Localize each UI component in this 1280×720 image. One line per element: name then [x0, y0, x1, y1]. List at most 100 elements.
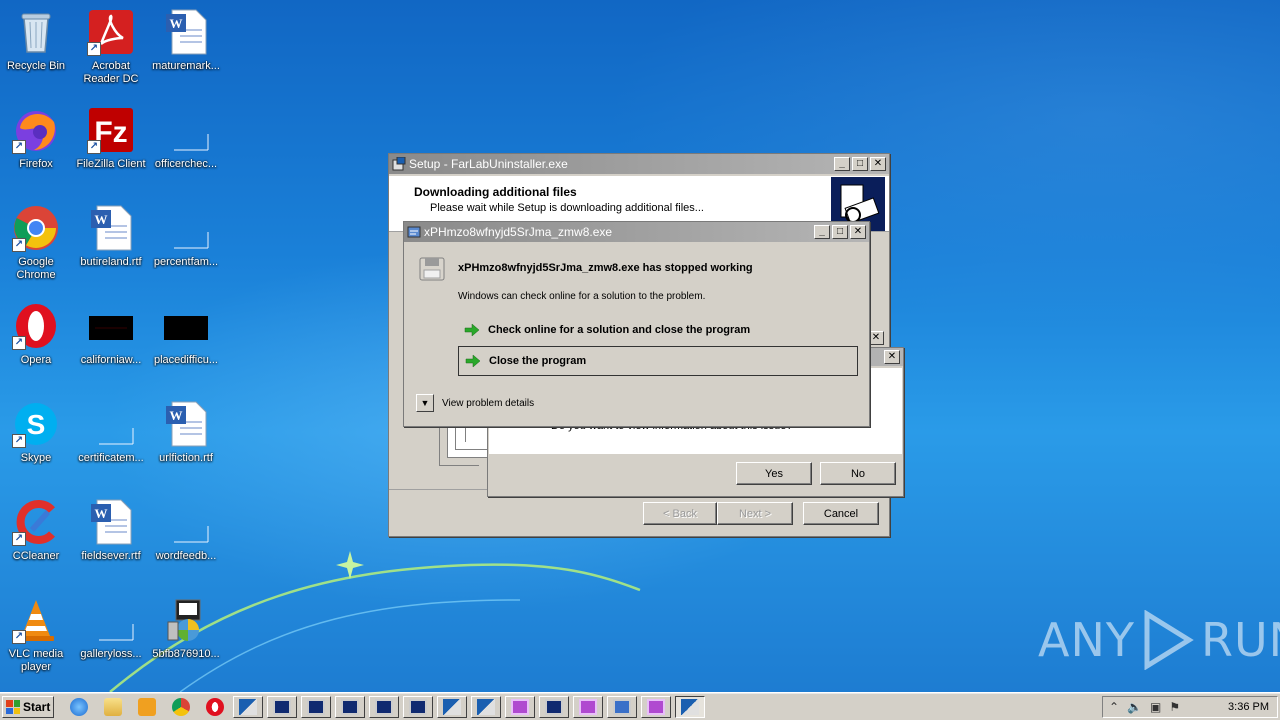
desktop-icon-5bfb876910[interactable]: 5bfb876910...: [150, 592, 222, 682]
yes-button[interactable]: Yes: [736, 462, 812, 485]
cancel-button[interactable]: Cancel: [803, 502, 879, 525]
taskbar-item-app[interactable]: [573, 696, 603, 718]
close-program-option[interactable]: Close the program: [458, 346, 858, 376]
purple-app-icon: [511, 699, 529, 715]
black-thumbnail-icon: [164, 316, 208, 340]
setup-app-icon: [392, 157, 406, 171]
watermark-left-text: ANY: [1038, 613, 1135, 667]
desktop-icon-officerchec[interactable]: officerchec...: [150, 102, 222, 192]
close-button[interactable]: ✕: [850, 225, 866, 239]
setup-app-icon: [443, 699, 461, 715]
taskbar-item-setup[interactable]: [675, 696, 705, 718]
close-button[interactable]: ✕: [884, 350, 900, 364]
error-message: xPHmzo8wfnyjd5SrJma_zmw8.exe has stopped…: [458, 262, 753, 274]
taskbar-item-installer[interactable]: [403, 696, 433, 718]
desktop-icon-google-chrome[interactable]: ↗ Google Chrome: [0, 200, 72, 290]
desktop-icon-californiaw[interactable]: californiaw...: [75, 298, 147, 388]
green-arrow-icon: [465, 354, 481, 368]
error-dialog-title: xPHmzo8wfnyjd5SrJma_zmw8.exe: [424, 225, 613, 239]
desktop-icon-percentfam[interactable]: percentfam...: [150, 200, 222, 290]
monitor-icon: [613, 699, 631, 715]
monitor-icon: [341, 699, 359, 715]
clock[interactable]: 3:36 PM: [1228, 701, 1269, 713]
desktop-icon-label: Firefox: [19, 158, 53, 170]
desktop-icon-firefox[interactable]: ↗ Firefox: [0, 102, 72, 192]
desktop-icon-label: officerchec...: [154, 158, 218, 170]
watermark-right-text: RUN: [1200, 613, 1280, 667]
monitor-icon: [545, 699, 563, 715]
chrome-icon[interactable]: [172, 698, 190, 716]
desktop-icon-galleryloss[interactable]: galleryloss...: [75, 592, 147, 682]
maximize-button[interactable]: □: [832, 225, 848, 239]
desktop-icon-maturemark[interactable]: W maturemark...: [150, 4, 222, 94]
play-logo-icon: [1144, 610, 1194, 670]
desktop-icon-wordfeedb[interactable]: wordfeedb...: [150, 494, 222, 584]
taskbar-item-setup[interactable]: [437, 696, 467, 718]
desktop-icon-label: wordfeedb...: [155, 550, 217, 562]
desktop-icon-vlc[interactable]: ↗ VLC media player: [0, 592, 72, 682]
blank-file-icon: [174, 134, 209, 151]
error-titlebar[interactable]: xPHmzo8wfnyjd5SrJma_zmw8.exe _ □ ✕: [404, 222, 869, 242]
taskbar-item-installer[interactable]: [369, 696, 399, 718]
desktop-icon-acrobat-reader[interactable]: ↗ Acrobat Reader DC: [75, 4, 147, 94]
no-button[interactable]: No: [820, 462, 896, 485]
maximize-button[interactable]: □: [852, 157, 868, 171]
taskbar-item-setup[interactable]: [233, 696, 263, 718]
taskbar-item-installer[interactable]: [539, 696, 569, 718]
setup-heading: Downloading additional files: [414, 185, 577, 199]
folder-icon[interactable]: [104, 698, 122, 716]
desktop-icon-fieldsever[interactable]: W fieldsever.rtf: [75, 494, 147, 584]
close-button[interactable]: ✕: [870, 157, 886, 171]
taskbar-item-installer[interactable]: [335, 696, 365, 718]
volume-icon[interactable]: 🔈: [1127, 700, 1142, 714]
minimize-button[interactable]: _: [834, 157, 850, 171]
desktop-icon-recycle-bin[interactable]: Recycle Bin: [0, 4, 72, 94]
desktop-icon-filezilla[interactable]: Fz ↗ FileZilla Client: [75, 102, 147, 192]
monitor-icon: [273, 699, 291, 715]
next-button[interactable]: Next >: [717, 502, 793, 525]
action-center-flag-icon[interactable]: ⚑: [1169, 700, 1180, 714]
hidden-dialog-close-button[interactable]: ✕: [868, 331, 884, 345]
setup-app-icon: [477, 699, 495, 715]
setup-subheading: Please wait while Setup is downloading a…: [430, 202, 704, 214]
shortcut-arrow-icon: ↗: [12, 140, 26, 154]
svg-text:W: W: [170, 16, 183, 31]
desktop-icon-ccleaner[interactable]: ↗ CCleaner: [0, 494, 72, 584]
start-button[interactable]: Start: [2, 696, 54, 718]
taskbar-item-installer[interactable]: [267, 696, 297, 718]
error-dialog[interactable]: xPHmzo8wfnyjd5SrJma_zmw8.exe _ □ ✕ xPHmz…: [403, 221, 870, 427]
chevron-up-icon[interactable]: ⌃: [1109, 700, 1119, 714]
taskbar-item-app[interactable]: [641, 696, 671, 718]
desktop-icon-certificatem[interactable]: certificatem...: [75, 396, 147, 486]
taskbar-item-installer[interactable]: [301, 696, 331, 718]
desktop-icon-placedifficu[interactable]: placedifficu...: [150, 298, 222, 388]
desktop-icon-label: fieldsever.rtf: [81, 550, 141, 562]
desktop-icon-skype[interactable]: S ↗ Skype: [0, 396, 72, 486]
opera-icon[interactable]: [206, 698, 224, 716]
start-label: Start: [23, 700, 51, 714]
svg-text:W: W: [170, 408, 183, 423]
check-online-option[interactable]: Check online for a solution and close th…: [458, 317, 858, 343]
green-arrow-icon: [464, 323, 480, 337]
chevron-down-icon[interactable]: ▼: [416, 394, 434, 412]
setup-titlebar[interactable]: Setup - FarLabUninstaller.exe _ □ ✕: [389, 154, 889, 174]
view-details-toggle[interactable]: ▼ View problem details: [416, 394, 534, 412]
desktop-icon-opera[interactable]: ↗ Opera: [0, 298, 72, 388]
taskbar-item-app[interactable]: [505, 696, 535, 718]
taskbar-item-installer[interactable]: [607, 696, 637, 718]
desktop-icon-label: Google Chrome: [16, 256, 56, 281]
taskbar-item-setup[interactable]: [471, 696, 501, 718]
internet-explorer-icon[interactable]: [70, 698, 88, 716]
desktop-icon-butireland[interactable]: W butireland.rtf: [75, 200, 147, 290]
back-button[interactable]: < Back: [643, 502, 717, 525]
media-player-icon[interactable]: [138, 698, 156, 716]
word-document-icon: W: [166, 9, 207, 55]
desktop-icon-label: placedifficu...: [153, 354, 218, 366]
blank-file-icon: [99, 428, 134, 445]
desktop-icon-urlfiction[interactable]: W urlfiction.rtf: [150, 396, 222, 486]
minimize-button[interactable]: _: [814, 225, 830, 239]
network-icon[interactable]: ▣: [1150, 700, 1161, 714]
check-online-label: Check online for a solution and close th…: [488, 324, 751, 336]
desktop-icon-label: Opera: [20, 354, 52, 366]
desktop-icon-label: percentfam...: [153, 256, 219, 268]
